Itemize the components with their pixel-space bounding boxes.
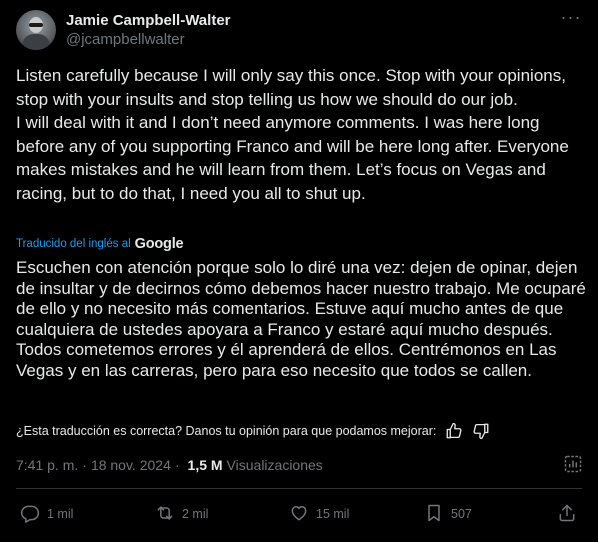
tweet-text: Listen carefully because I will only say… [16,64,588,205]
thumbs-up-icon[interactable] [445,422,463,440]
heart-icon [289,503,309,526]
tweet-paragraph: Listen carefully because I will only say… [16,66,566,109]
divider [16,488,582,489]
feedback-question: ¿Esta traducción es correcta? Danos tu o… [16,424,437,438]
like-count: 15 mil [316,507,350,521]
avatar[interactable] [16,10,56,50]
translated-text: Escuchen con atención porque solo lo dir… [16,258,586,380]
views-count: 1,5 M [187,457,223,473]
meta-separator: · [82,457,87,473]
more-options-icon[interactable]: ··· [560,8,582,32]
reply-icon [20,503,40,526]
reply-count: 1 mil [47,507,74,521]
author-handle[interactable]: @jcampbellwalter [66,30,231,50]
translation-feedback: ¿Esta traducción es correcta? Danos tu o… [16,422,576,440]
repost-button[interactable]: 2 mil [155,500,208,528]
bookmark-button[interactable]: 507 [424,500,472,528]
repost-icon [155,503,175,526]
views-label: Visualizaciones [226,457,323,473]
action-bar: 1 mil 2 mil 15 mil 507 [16,500,582,528]
repost-count: 2 mil [182,507,209,521]
thumbs-down-icon[interactable] [472,422,490,440]
post-time[interactable]: 7:41 p. m. [16,457,78,473]
share-icon [557,503,577,526]
meta-separator: · [174,457,180,473]
post-date[interactable]: 18 nov. 2024 [91,457,171,473]
author-names: Jamie Campbell-Walter @jcampbellwalter [66,10,231,54]
bookmark-icon [424,503,444,526]
tweet-paragraph: I will deal with it and I don’t need any… [16,113,569,203]
bookmark-count: 507 [451,507,472,521]
tweet-header: Jamie Campbell-Walter @jcampbellwalter ·… [16,8,586,54]
tweet: Jamie Campbell-Walter @jcampbellwalter ·… [0,0,598,542]
translated-from-label[interactable]: Traducido del inglés al [16,238,131,250]
translation-attribution: Traducido del inglés al Google [16,235,184,253]
share-button[interactable] [557,500,577,528]
author-display-name[interactable]: Jamie Campbell-Walter [66,11,231,30]
like-button[interactable]: 15 mil [289,500,349,528]
tweet-meta: 7:41 p. m. · 18 nov. 2024 · 1,5 M Visual… [16,456,323,474]
post-analytics-icon[interactable] [563,454,583,474]
reply-button[interactable]: 1 mil [20,500,73,528]
google-logo: Google [134,236,184,252]
